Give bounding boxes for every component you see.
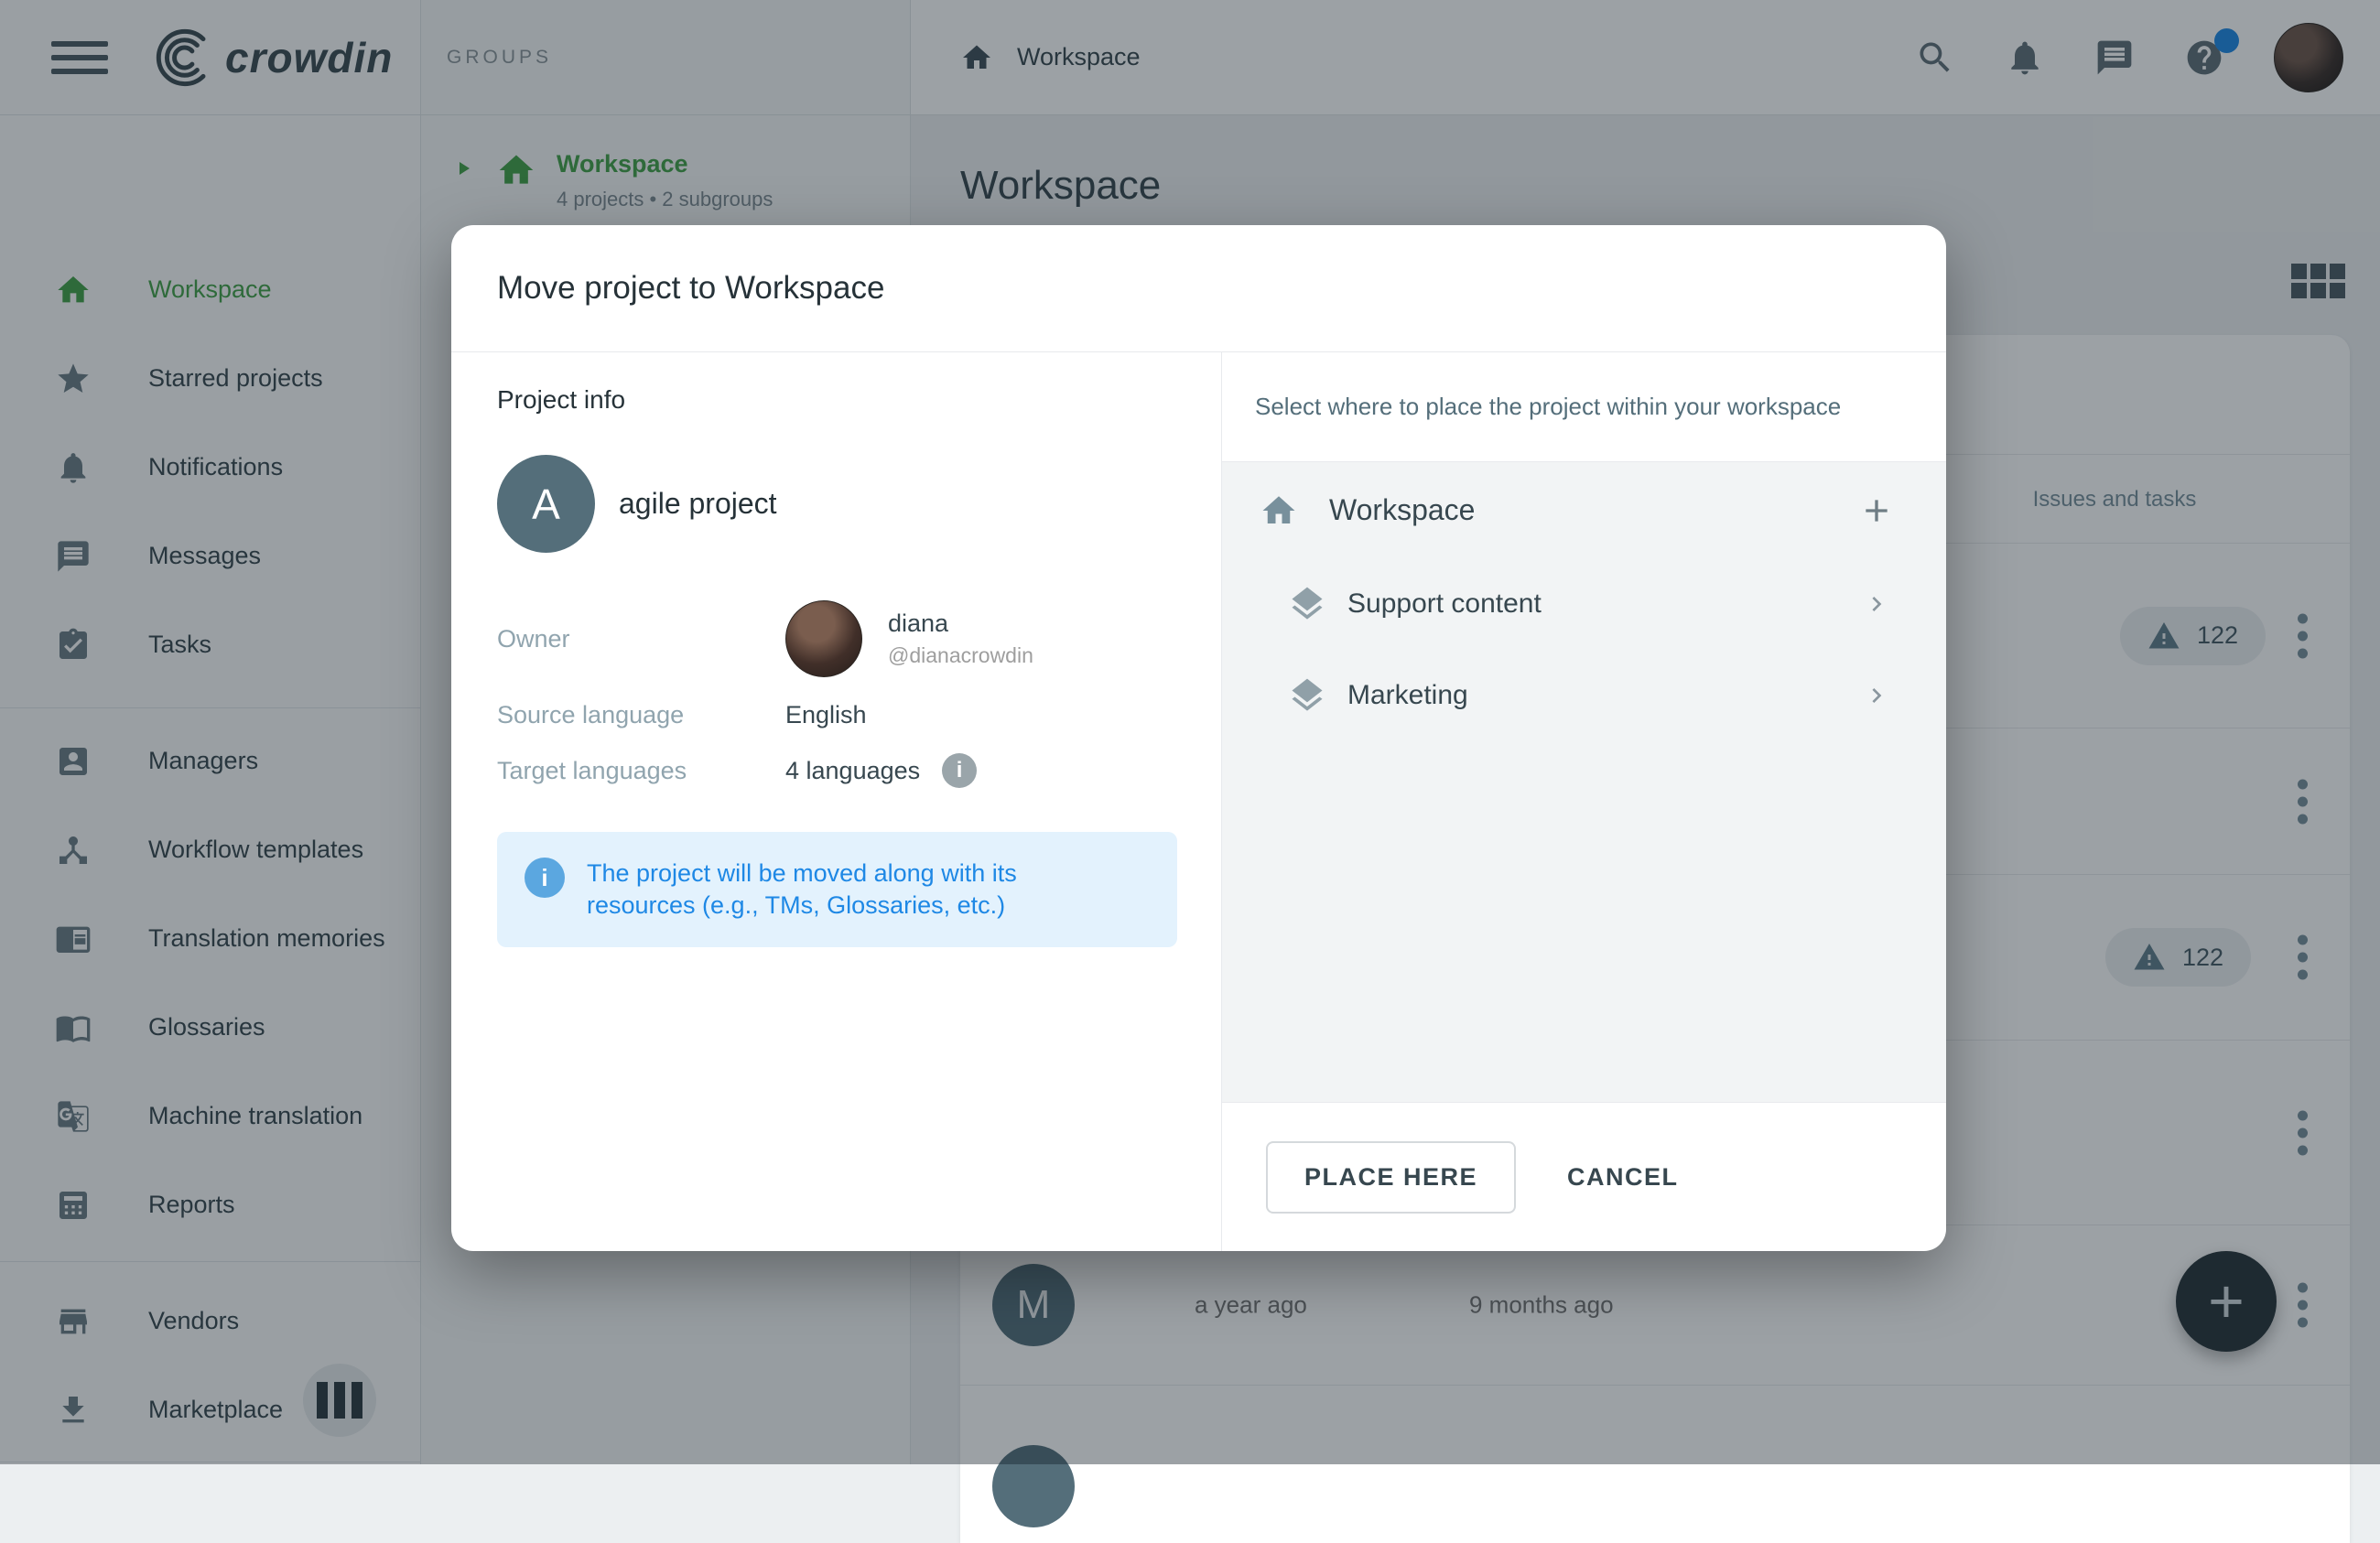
modal-body: Project info A agile project Owner diana… (451, 352, 1946, 1251)
move-note-alert: i The project will be moved along with i… (497, 832, 1177, 947)
info-icon[interactable]: i (942, 753, 977, 788)
owner-label: Owner (497, 625, 785, 653)
placement-prompt: Select where to place the project within… (1222, 352, 1946, 462)
note-line-2: resources (e.g., TMs, Glossaries, etc.) (587, 891, 1005, 919)
owner-handle: @dianacrowdin (888, 643, 1033, 668)
tree-item-label: Marketing (1347, 680, 1468, 711)
move-project-modal: Move project to Workspace Project info A… (451, 225, 1946, 1251)
source-language-value: English (785, 701, 867, 729)
note-line-1: The project will be moved along with its (587, 859, 1017, 887)
group-layers-icon (1287, 675, 1327, 716)
home-icon (1260, 491, 1298, 530)
place-here-button[interactable]: PLACE HERE (1266, 1141, 1516, 1214)
tree-item-label: Workspace (1329, 493, 1475, 527)
modal-title: Move project to Workspace (497, 270, 884, 307)
add-group-icon[interactable] (1858, 492, 1895, 529)
group-layers-icon (1287, 584, 1327, 624)
source-language-label: Source language (497, 701, 785, 729)
project-avatar: A (497, 455, 595, 553)
cancel-button[interactable]: CANCEL (1567, 1163, 1679, 1192)
modal-header: Move project to Workspace (451, 225, 1946, 352)
owner-name: diana (888, 610, 1033, 638)
project-info-panel: Project info A agile project Owner diana… (451, 352, 1221, 1251)
chevron-right-icon[interactable] (1862, 681, 1891, 710)
tree-item-marketing[interactable]: Marketing (1222, 650, 1946, 741)
target-languages-label: Target languages (497, 757, 785, 785)
source-language-row: Source language English (497, 701, 1175, 729)
project-summary: A agile project (497, 455, 1175, 553)
project-info-heading: Project info (497, 385, 1175, 415)
owner-row: Owner diana @dianacrowdin (497, 600, 1175, 677)
info-icon: i (525, 858, 565, 898)
project-name: agile project (619, 487, 777, 521)
chevron-right-icon[interactable] (1862, 589, 1891, 619)
owner-avatar (785, 600, 862, 677)
target-languages-value: 4 languages (785, 757, 920, 785)
modal-footer: PLACE HERE CANCEL (1222, 1102, 1946, 1251)
placement-panel: Select where to place the project within… (1221, 352, 1946, 1251)
placement-tree: Workspace Support content Marketing (1222, 462, 1946, 1102)
tree-item-support-content[interactable]: Support content (1222, 558, 1946, 650)
tree-item-label: Support content (1347, 588, 1542, 620)
target-languages-row: Target languages 4 languages i (497, 753, 1175, 788)
tree-item-workspace[interactable]: Workspace (1222, 462, 1946, 558)
